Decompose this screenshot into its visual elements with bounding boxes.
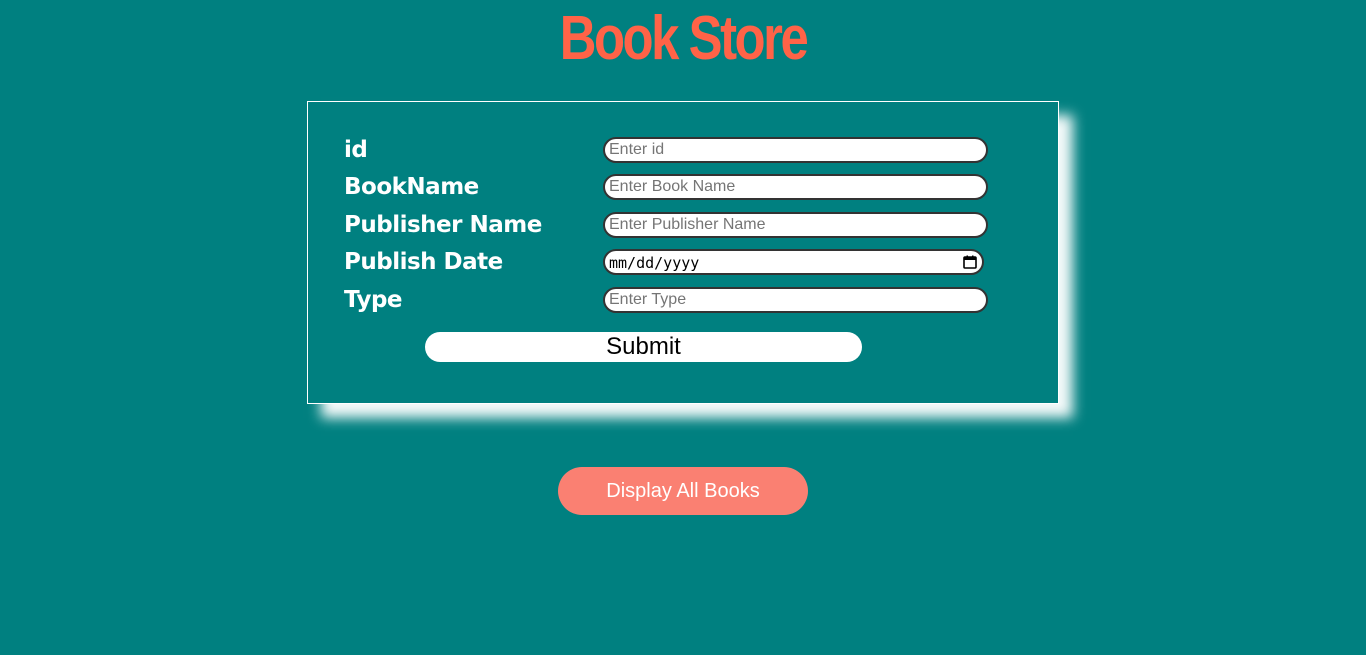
calendar-icon[interactable] xyxy=(963,255,977,269)
form-row-book-name: BookName xyxy=(308,172,1058,202)
id-input[interactable] xyxy=(603,137,988,163)
form-row-publish-date: Publish Date mm/dd/yyyy xyxy=(308,247,1058,277)
publish-date-label: Publish Date xyxy=(344,249,503,275)
submit-button[interactable]: Submit xyxy=(425,332,862,362)
form-row-publisher-name: Publisher Name xyxy=(308,210,1058,240)
display-all-books-button[interactable]: Display All Books xyxy=(558,467,808,515)
type-label: Type xyxy=(344,287,403,313)
id-label: id xyxy=(344,137,368,163)
publish-date-input[interactable]: mm/dd/yyyy xyxy=(603,249,984,275)
page-title: Book Store xyxy=(559,4,809,73)
publish-date-placeholder: mm/dd/yyyy xyxy=(609,254,700,272)
book-name-input[interactable] xyxy=(603,174,988,200)
publisher-name-input[interactable] xyxy=(603,212,988,238)
form-row-id: id xyxy=(308,135,1058,165)
book-form: id BookName Publisher Name Publish Date … xyxy=(307,101,1059,404)
publisher-name-label: Publisher Name xyxy=(344,212,542,238)
form-row-type: Type xyxy=(308,285,1058,315)
type-input[interactable] xyxy=(603,287,988,313)
book-name-label: BookName xyxy=(344,174,479,200)
